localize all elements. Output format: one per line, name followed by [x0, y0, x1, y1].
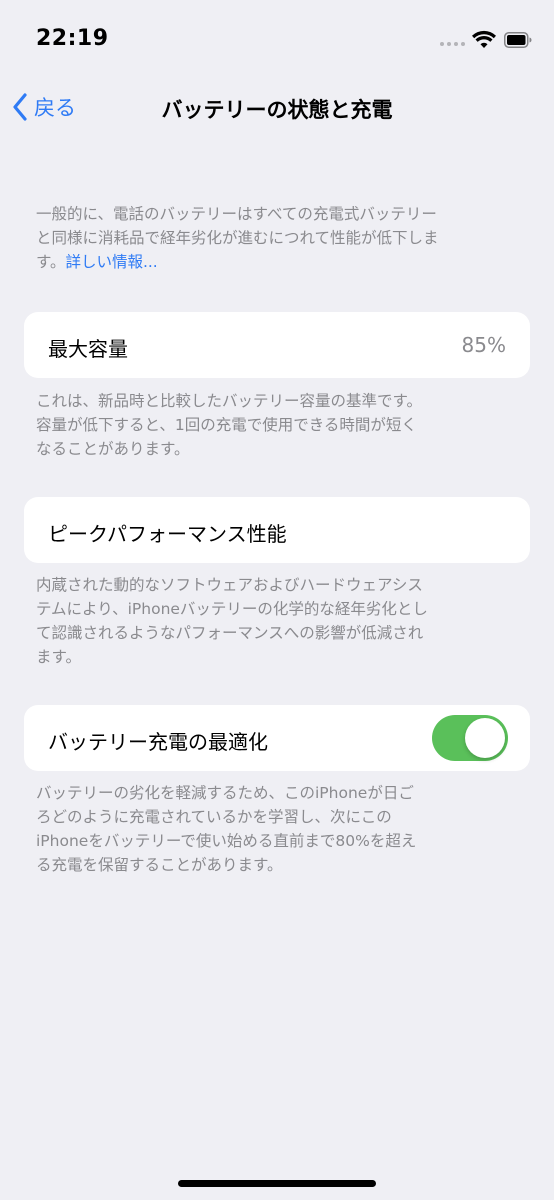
optimized-charging-row: バッテリー充電の最適化 — [24, 705, 530, 771]
max-capacity-value: 85% — [461, 333, 506, 357]
learn-more-link[interactable]: 詳しい情報... — [65, 253, 157, 271]
max-capacity-description: これは、新品時と比較したバッテリー容量の基準です。 容量が低下すると、1回の充電… — [36, 389, 512, 461]
description-line: 容量が低下すると、1回の充電で使用できる時間が短く — [36, 416, 417, 434]
max-capacity-row: 最大容量 85% — [24, 312, 530, 378]
description-line: ろどのように充電されているかを学習し、次にこの — [36, 808, 392, 826]
description-line: なることがあります。 — [36, 440, 190, 458]
intro-description: 一般的に、電話のバッテリーはすべての充電式バッテリー と同様に消耗品で経年劣化が… — [36, 202, 512, 274]
intro-line: と同様に消耗品で経年劣化が進むにつれて性能が低下しま — [36, 229, 439, 247]
peak-performance-label: ピークパフォーマンス性能 — [48, 522, 287, 546]
status-bar: 22:19 — [0, 0, 554, 80]
intro-line-last: す。詳しい情報... — [36, 250, 512, 274]
battery-icon — [504, 32, 532, 48]
intro-line: 一般的に、電話のバッテリーはすべての充電式バッテリー — [36, 205, 437, 223]
toggle-knob — [465, 718, 505, 758]
navigation-bar: 戻る バッテリーの状態と充電 — [0, 80, 554, 136]
optimized-charging-description: バッテリーの劣化を軽減するため、このiPhoneが日ご ろどのように充電されてい… — [36, 781, 512, 877]
peak-performance-description: 内蔵された動的なソフトウェアおよびハードウェアシス テムにより、iPhoneバッ… — [36, 573, 512, 669]
cellular-signal-icon — [440, 42, 465, 46]
optimized-charging-label: バッテリー充電の最適化 — [48, 730, 268, 754]
max-capacity-label: 最大容量 — [48, 337, 128, 361]
description-line: これは、新品時と比較したバッテリー容量の基準です。 — [36, 392, 422, 410]
description-line: 内蔵された動的なソフトウェアおよびハードウェアシス — [36, 576, 423, 594]
peak-performance-row: ピークパフォーマンス性能 — [24, 497, 530, 563]
description-line: iPhoneをバッテリーで使い始める直前まで80%を超え — [36, 832, 417, 850]
description-line: バッテリーの劣化を軽減するため、このiPhoneが日ご — [36, 784, 414, 802]
description-line: ます。 — [36, 648, 81, 666]
optimized-charging-toggle[interactable] — [432, 715, 508, 761]
description-line: て認識されるようなパフォーマンスへの影響が低減され — [36, 624, 424, 642]
description-line: る充電を保留することがあります。 — [36, 856, 283, 874]
intro-line: す。 — [36, 253, 66, 271]
home-indicator[interactable] — [178, 1180, 376, 1187]
description-line: テムにより、iPhoneバッテリーの化学的な経年劣化とし — [36, 600, 428, 618]
page-title: バッテリーの状態と充電 — [161, 98, 393, 122]
wifi-icon — [472, 30, 496, 48]
status-time: 22:19 — [36, 26, 109, 51]
